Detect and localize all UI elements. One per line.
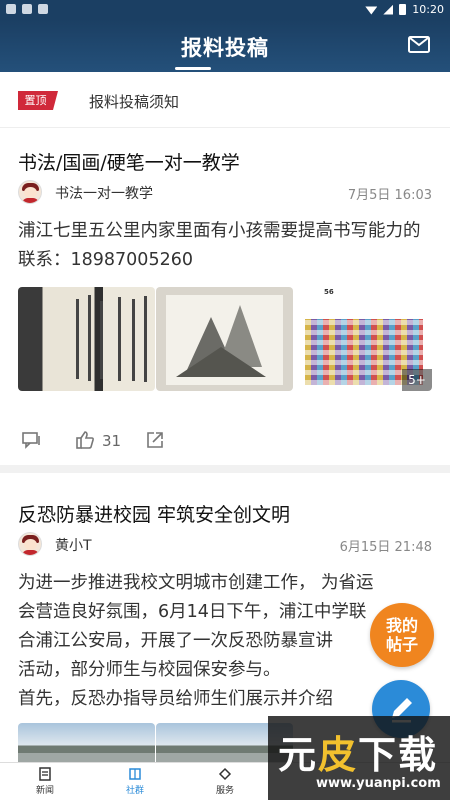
share-icon[interactable] bbox=[145, 430, 165, 450]
my-posts-label-1: 我的 bbox=[385, 616, 418, 635]
news-icon bbox=[39, 767, 51, 781]
notice-text: 报料投稿须知 bbox=[89, 93, 180, 111]
tab-community[interactable]: 社群 bbox=[100, 767, 170, 796]
comment-icon[interactable] bbox=[21, 430, 41, 450]
pinned-badge: 置顶 bbox=[18, 91, 58, 110]
watermark-url: www.yuanpi.com bbox=[316, 776, 441, 791]
post-title: 书法/国画/硬笔一对一教学 bbox=[18, 152, 240, 174]
post-actions: 31 bbox=[0, 420, 450, 460]
status-bar: 10:20 bbox=[0, 0, 450, 20]
section-divider bbox=[0, 465, 450, 473]
page-title: 报料投稿 bbox=[181, 36, 269, 60]
tab-services[interactable]: 服务 bbox=[190, 767, 260, 796]
post-title: 反恐防暴进校园 牢筑安全创文明 bbox=[18, 504, 291, 526]
signal-icon bbox=[383, 4, 394, 15]
post-card[interactable]: 书法/国画/硬笔一对一教学 书法一对一教学 7月5日 16:03 浦江七里五公里… bbox=[0, 128, 450, 463]
tab-community-label: 社群 bbox=[125, 786, 144, 796]
services-icon bbox=[218, 767, 232, 781]
tab-services-label: 服务 bbox=[215, 786, 234, 796]
post-body: 浦江七里五公里内家里面有小孩需要提高书写能力的联系：18987005260 bbox=[18, 221, 421, 270]
pinned-notice[interactable]: 置顶 报料投稿须知 bbox=[0, 72, 450, 128]
avatar[interactable] bbox=[18, 180, 42, 204]
post-image[interactable]: 56 5+ bbox=[295, 287, 432, 391]
title-underline bbox=[175, 67, 211, 70]
avatar[interactable] bbox=[18, 532, 42, 556]
post-author[interactable]: 书法一对一教学 bbox=[55, 183, 153, 203]
like-icon[interactable] bbox=[75, 430, 95, 450]
mail-icon[interactable] bbox=[408, 36, 430, 53]
tab-news[interactable]: 新闻 bbox=[10, 767, 80, 796]
post-body-line: 为进一步推进我校文明城市创建工作， 为省运 bbox=[18, 573, 374, 593]
post-author[interactable]: 黄小T bbox=[55, 535, 92, 555]
post-time: 6月15日 21:48 bbox=[339, 540, 432, 555]
more-images-badge: 5+ bbox=[402, 369, 432, 391]
wifi-icon bbox=[365, 6, 378, 15]
community-icon bbox=[129, 768, 141, 780]
post-image[interactable] bbox=[18, 287, 155, 391]
watermark-brand: 元皮下载 bbox=[278, 732, 439, 777]
watermark-logo: 元皮下载 www.yuanpi.com bbox=[268, 716, 450, 800]
tab-news-label: 新闻 bbox=[35, 786, 54, 796]
my-posts-label-2: 帖子 bbox=[385, 635, 418, 654]
notification-icon bbox=[6, 4, 16, 14]
like-count: 31 bbox=[102, 432, 122, 450]
download-icon bbox=[38, 4, 48, 14]
app-header: 报料投稿 bbox=[0, 20, 450, 72]
qr-count: 56 bbox=[324, 288, 334, 296]
image-notification-icon bbox=[22, 4, 32, 14]
status-time: 10:20 bbox=[412, 3, 444, 16]
post-image[interactable] bbox=[156, 287, 293, 391]
my-posts-button[interactable]: 我的 帖子 bbox=[370, 603, 434, 667]
post-time: 7月5日 16:03 bbox=[347, 188, 432, 203]
battery-icon bbox=[399, 4, 407, 15]
